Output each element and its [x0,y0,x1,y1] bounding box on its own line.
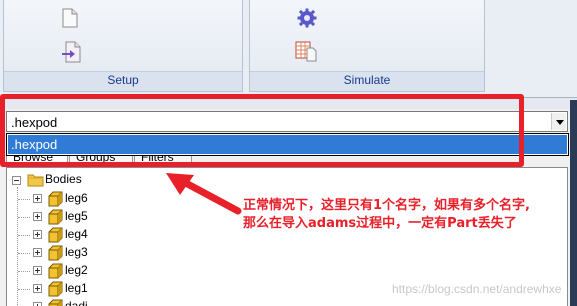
tree-item-label: leg2 [65,263,88,277]
ribbon-group-label-simulate[interactable]: Simulate [250,73,484,87]
annotation-line-1: 正常情况下，这里只有1个名字，如果有多个名字, [243,198,530,213]
tree-item-label: leg5 [65,209,88,223]
right-edge-strip [570,100,577,306]
tree-item[interactable]: leg2 [7,262,207,279]
ribbon-empty-area [491,0,577,92]
tree-item-label: leg4 [65,227,88,241]
annotation-line-2: 那么在导入adams过程中，一定有Part丢失了 [243,216,517,231]
expand-toggle-icon[interactable] [33,284,42,293]
table-sheet-icon[interactable] [295,40,317,65]
gear-icon[interactable] [297,8,317,31]
ribbon-bar: Setup Simulate [0,0,577,97]
folder-icon [27,173,44,190]
expand-toggle-icon[interactable] [33,266,42,275]
tree-item[interactable]: leg3 [7,244,207,261]
tree-item-label: leg6 [65,191,88,205]
highlight-box [0,94,524,167]
part-cube-icon [47,299,63,306]
tree-branch-line [18,199,30,200]
expand-toggle-icon[interactable] [33,248,42,257]
tree-item-label: dadi [65,299,88,306]
tree-branch-line [18,235,30,236]
tree-branch-line [18,217,30,218]
dropdown-arrow-icon[interactable] [551,113,566,130]
ribbon-group-label-setup[interactable]: Setup [4,73,242,87]
tree-item-label: leg1 [65,281,88,295]
tree-item[interactable]: dadi [7,298,207,306]
expand-toggle-icon[interactable] [33,194,42,203]
tree-item-label: leg3 [65,245,88,259]
annotation-arrow-icon [166,173,242,215]
tree-item[interactable]: leg1 [7,280,207,297]
ribbon-group-simulate: Simulate [249,0,485,92]
watermark: https://blog.csdn.net/andrewhxe [392,282,562,296]
collapse-toggle-icon[interactable] [12,176,21,185]
expand-toggle-icon[interactable] [33,212,42,221]
import-document-icon[interactable] [61,41,81,66]
tree-root-label[interactable]: Bodies [45,172,82,186]
tree-branch-line [18,289,30,290]
expand-toggle-icon[interactable] [33,230,42,239]
blank-document-icon[interactable] [61,8,79,31]
ribbon-group-setup: Setup [3,0,243,92]
tree-item[interactable]: leg4 [7,226,207,243]
annotation-text: 正常情况下，这里只有1个名字，如果有多个名字, 那么在导入adams过程中，一定… [243,197,563,233]
tree-branch-line [18,271,30,272]
tree-branch-line [18,253,30,254]
expand-toggle-icon[interactable] [33,302,42,306]
